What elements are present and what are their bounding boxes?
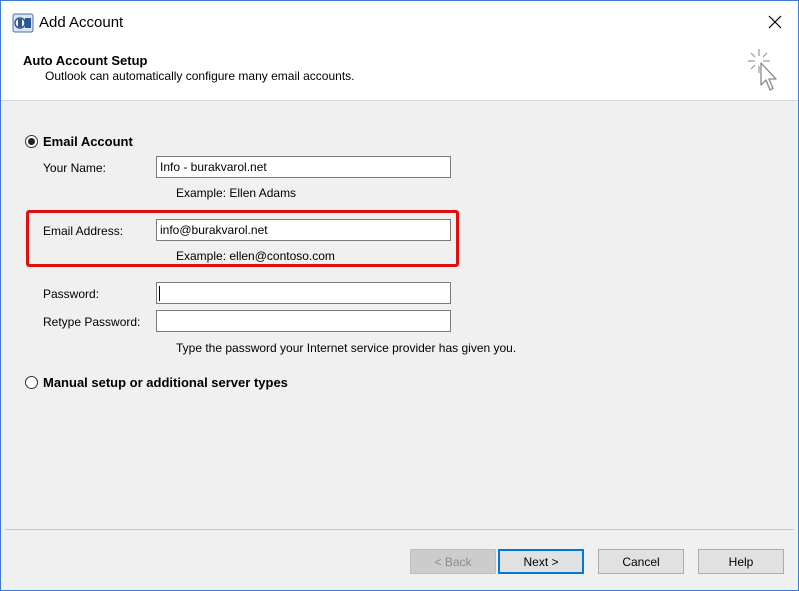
window-title: Add Account [39,14,124,31]
password-input[interactable] [156,282,451,304]
next-button[interactable]: Next > [498,549,584,574]
email-address-example: Example: ellen@contoso.com [176,249,335,263]
header-subtitle: Outlook can automatically configure many… [45,69,355,83]
email-account-radio[interactable] [25,135,38,148]
email-account-label[interactable]: Email Account [43,134,133,149]
header-title: Auto Account Setup [23,53,148,68]
retype-password-label: Retype Password: [43,315,141,329]
text-caret [159,286,160,301]
close-icon [768,15,782,29]
cancel-button[interactable]: Cancel [598,549,684,574]
add-account-dialog: Add Account Auto Account Setup Outlook c… [0,0,799,591]
footer-separator [5,529,794,530]
retype-password-input[interactable] [156,310,451,332]
back-button[interactable]: < Back [410,549,496,574]
title-bar: Add Account [1,1,798,43]
manual-setup-radio[interactable] [25,376,38,389]
your-name-example: Example: Ellen Adams [176,186,297,200]
manual-setup-label[interactable]: Manual setup or additional server types [43,375,288,390]
magic-wand-cursor-icon [748,49,777,91]
close-button[interactable] [752,1,798,43]
password-hint: Type the password your Internet service … [176,341,517,355]
email-address-label: Email Address: [43,224,124,238]
email-address-input[interactable] [156,219,451,241]
wizard-header: Auto Account Setup Outlook can automatic… [1,43,798,101]
your-name-label: Your Name: [43,161,106,175]
outlook-app-icon [12,13,34,33]
your-name-input[interactable] [156,156,451,178]
help-button[interactable]: Help [698,549,784,574]
password-label: Password: [43,287,100,301]
